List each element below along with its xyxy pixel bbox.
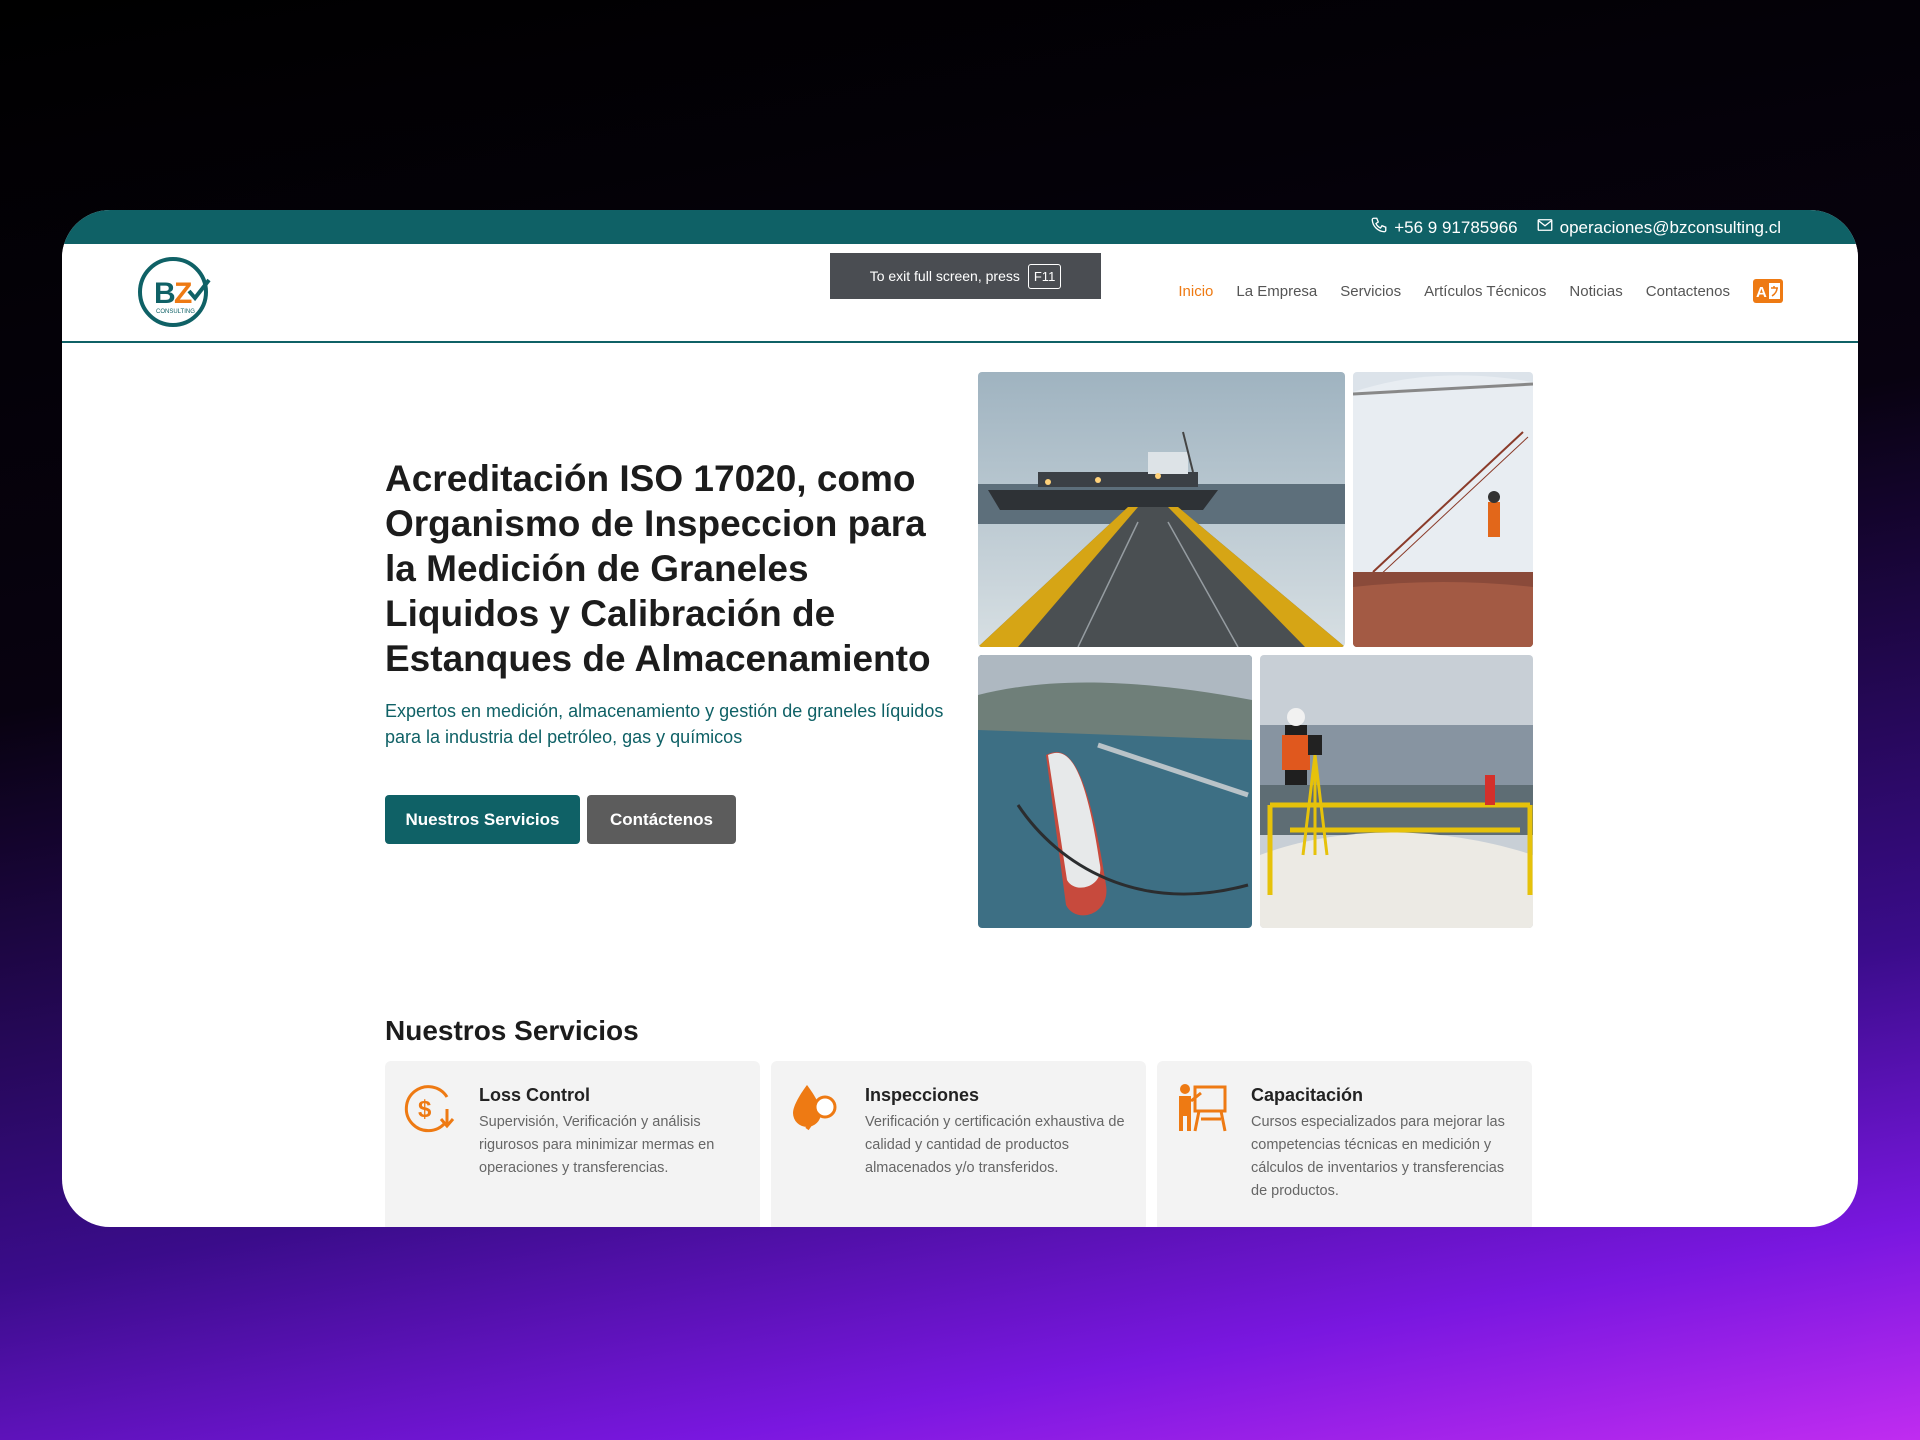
browser-frame: +56 9 91785966 operaciones@bzconsulting.… <box>62 210 1858 1227</box>
phone-link[interactable]: +56 9 91785966 <box>1370 216 1518 239</box>
photo-storage-tank <box>1353 372 1533 647</box>
nav-servicios[interactable]: Servicios <box>1340 283 1401 300</box>
service-card-capacitacion[interactable]: Capacitación Cursos especializados para … <box>1157 1061 1532 1227</box>
dollar-loss-icon: $ <box>403 1081 457 1135</box>
nav-articulos-tecnicos[interactable]: Artículos Técnicos <box>1424 283 1546 300</box>
logo-tag: CONSULTING <box>156 309 195 315</box>
hero-subtitle: Expertos en medición, almacenamiento y g… <box>385 701 944 747</box>
nav-contactenos[interactable]: Contactenos <box>1646 283 1730 300</box>
inspection-search-icon <box>789 1081 843 1135</box>
service-title: Loss Control <box>479 1085 590 1105</box>
site-header: B Z CONSULTING To exit full screen, pres… <box>62 244 1858 343</box>
fullscreen-notice-text: To exit full screen, press <box>869 268 1020 284</box>
service-card-inspecciones[interactable]: Inspecciones Verificación y certificació… <box>771 1061 1146 1227</box>
photo-aerial-tanker <box>978 655 1252 928</box>
service-title: Inspecciones <box>865 1085 980 1105</box>
service-description: Supervisión, Verificación y análisis rig… <box>479 1114 715 1176</box>
bz-consulting-logo[interactable]: B Z CONSULTING <box>137 253 213 329</box>
phone-icon <box>1370 216 1388 239</box>
photo-field-inspector <box>1260 655 1533 928</box>
email-link[interactable]: operaciones@bzconsulting.cl <box>1536 216 1781 239</box>
fullscreen-notice: To exit full screen, press F11 <box>830 253 1101 299</box>
main-nav: Inicio La Empresa Servicios Artículos Té… <box>1178 279 1783 303</box>
hero-title: Acreditación ISO 17020, como Organismo d… <box>385 458 931 679</box>
svg-text:$: $ <box>418 1096 432 1123</box>
fullscreen-key: F11 <box>1027 263 1062 289</box>
nav-inicio[interactable]: Inicio <box>1178 283 1213 300</box>
service-description: Cursos especializados para mejorar las c… <box>1251 1114 1505 1199</box>
svg-text:B: B <box>154 277 176 310</box>
training-presentation-icon <box>1175 1081 1229 1135</box>
service-description: Verificación y certificación exhaustiva … <box>865 1114 1125 1176</box>
nav-la-empresa[interactable]: La Empresa <box>1236 283 1317 300</box>
nav-noticias[interactable]: Noticias <box>1569 283 1622 300</box>
photo-tanker-jetty <box>978 372 1345 647</box>
contact-info: +56 9 91785966 operaciones@bzconsulting.… <box>1370 216 1781 239</box>
mail-icon <box>1536 216 1554 239</box>
translate-icon[interactable]: A <box>1753 279 1783 303</box>
services-heading: Nuestros Servicios <box>385 1015 639 1046</box>
email-address: operaciones@bzconsulting.cl <box>1559 217 1781 237</box>
phone-number: +56 9 91785966 <box>1394 217 1518 237</box>
svg-text:A: A <box>1756 284 1767 301</box>
services-button[interactable]: Nuestros Servicios <box>385 795 580 844</box>
contact-button[interactable]: Contáctenos <box>587 795 736 844</box>
service-title: Capacitación <box>1251 1085 1364 1105</box>
contact-bar: +56 9 91785966 operaciones@bzconsulting.… <box>62 210 1858 244</box>
service-card-loss-control[interactable]: $ Loss Control Supervisión, Verificación… <box>385 1061 760 1227</box>
